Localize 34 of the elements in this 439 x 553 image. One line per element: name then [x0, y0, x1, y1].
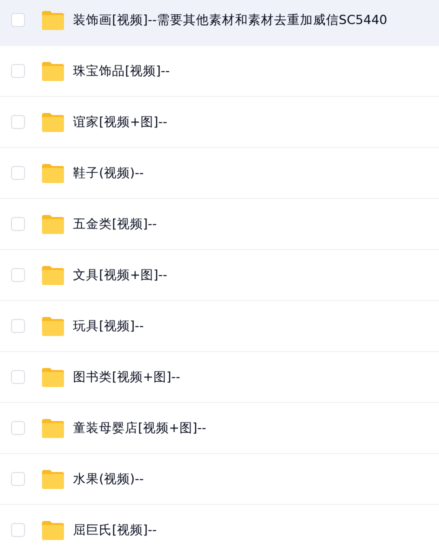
folder-icon [41, 162, 65, 184]
checkbox[interactable] [11, 319, 25, 333]
folder-icon [41, 60, 65, 82]
folder-name: 童装母婴店[视频+图]-- [73, 418, 206, 437]
folder-name: 五金类[视频]-- [73, 214, 157, 233]
folder-icon [41, 214, 65, 234]
checkbox[interactable] [11, 64, 25, 78]
folder-name: 鞋子(视频)-- [73, 164, 144, 182]
folder-name: 水果(视频)-- [73, 470, 144, 488]
folder-name: 文具[视频+图]-- [73, 266, 168, 284]
folder-name: 装饰画[视频]--需要其他素材和素材去重加威信SC5440 [73, 10, 388, 29]
checkbox[interactable] [11, 523, 25, 537]
folder-icon [41, 10, 65, 30]
checkbox[interactable] [11, 370, 25, 384]
checkbox[interactable] [11, 268, 25, 282]
checkbox[interactable] [11, 115, 25, 129]
folder-icon [41, 418, 65, 438]
folder-icon [41, 112, 65, 132]
checkbox[interactable] [11, 166, 25, 180]
folder-name: 珠宝饰品[视频]-- [73, 62, 170, 80]
folder-name: 图书类[视频+图]-- [73, 368, 180, 386]
file-row[interactable]: 装饰画[视频]--需要其他素材和素材去重加威信SC5440 [0, 0, 439, 46]
folder-icon [41, 316, 65, 336]
checkbox[interactable] [11, 472, 25, 486]
checkbox[interactable] [11, 217, 25, 231]
folder-icon [41, 366, 65, 388]
folder-icon [41, 468, 65, 490]
folder-name: 屈巨氏[视频]-- [73, 520, 157, 539]
folder-name: 谊家[视频+图]-- [73, 112, 168, 131]
checkbox[interactable] [11, 13, 25, 27]
checkbox[interactable] [11, 421, 25, 435]
folder-name: 玩具[视频]-- [73, 316, 144, 335]
folder-icon [41, 520, 65, 540]
folder-icon [41, 264, 65, 286]
